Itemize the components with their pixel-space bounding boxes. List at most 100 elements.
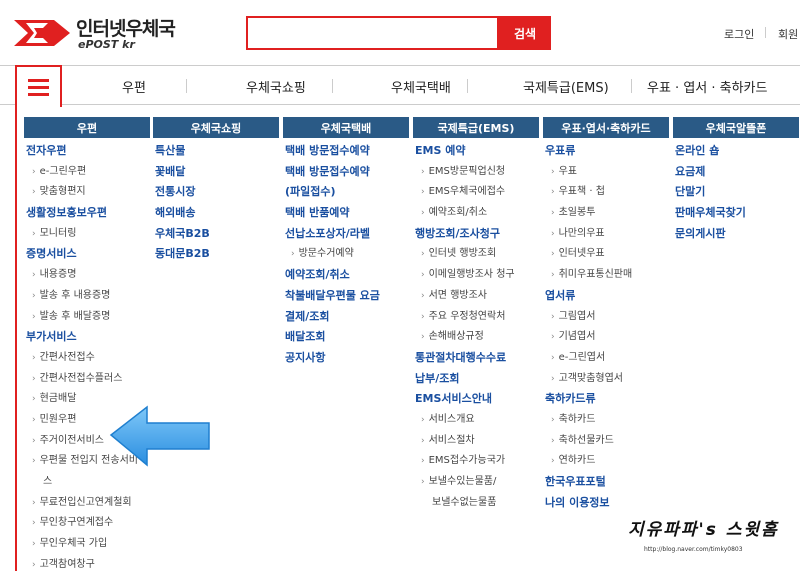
menu-sub-item[interactable]: › 기념엽서 xyxy=(543,327,669,348)
chevron-right-icon: › xyxy=(551,208,555,219)
menu-sub-item[interactable]: › 주요 우정청연락처 xyxy=(413,307,539,328)
menu-sub-item[interactable]: › 고객맞춤형엽서 xyxy=(543,369,669,390)
menu-category-item[interactable]: 해외배송 xyxy=(153,203,279,224)
menu-category-item[interactable]: EMS서비스안내 xyxy=(413,389,539,410)
menu-sub-item-label: 맞춤형편지 xyxy=(39,186,86,198)
menu-sub-item[interactable]: › EMS접수가능국가 xyxy=(413,451,539,472)
menu-category-item[interactable]: 동대문B2B xyxy=(153,244,279,265)
nav-item-shopping[interactable]: 우체국쇼핑 xyxy=(246,77,306,96)
menu-category-item[interactable]: 우표류 xyxy=(543,141,669,162)
menu-category-item[interactable]: 판매우체국찾기 xyxy=(673,203,799,224)
menu-sub-item-continuation[interactable]: 보낼수없는물품 xyxy=(413,493,539,514)
menu-sub-item-label: 주거이전서비스 xyxy=(39,434,105,446)
nav-item-ems[interactable]: 국제특급(EMS) xyxy=(523,77,609,96)
menu-category-item[interactable]: (파일접수) xyxy=(283,182,409,203)
menu-sub-item[interactable]: › 내용증명 xyxy=(24,265,150,286)
menu-category-item[interactable]: 결제/조회 xyxy=(283,307,409,328)
menu-category-item[interactable]: 엽서류 xyxy=(543,286,669,307)
menu-sub-item[interactable]: › 인터넷우표 xyxy=(543,244,669,265)
menu-sub-item[interactable]: › 고객참여창구 xyxy=(24,555,150,571)
menu-category-item[interactable]: 배달조회 xyxy=(283,327,409,348)
menu-category-item[interactable]: 특산물 xyxy=(153,141,279,162)
menu-sub-item[interactable]: › 무인우체국 가입 xyxy=(24,534,150,555)
search-input[interactable] xyxy=(246,16,499,50)
nav-item-post[interactable]: 우편 xyxy=(122,77,146,96)
menu-sub-item[interactable]: › 예약조회/취소 xyxy=(413,203,539,224)
menu-sub-item[interactable]: › 취미우표통신판매 xyxy=(543,265,669,286)
chevron-right-icon: › xyxy=(421,456,425,467)
menu-column-header[interactable]: 국제특급(EMS) xyxy=(413,117,539,138)
menu-category-item[interactable]: 부가서비스 xyxy=(24,327,150,348)
menu-category-item[interactable]: 축하카드류 xyxy=(543,389,669,410)
menu-sub-item[interactable]: › 서면 행방조사 xyxy=(413,286,539,307)
menu-category-item[interactable]: 납부/조회 xyxy=(413,369,539,390)
menu-sub-item-continuation[interactable]: 스 xyxy=(24,472,150,493)
menu-sub-item[interactable]: › 서비스절차 xyxy=(413,431,539,452)
epost-logo[interactable]: 인터넷우체국 ePOST kr xyxy=(14,14,189,54)
menu-sub-item[interactable]: › 축하카드 xyxy=(543,410,669,431)
chevron-right-icon: › xyxy=(421,332,425,343)
menu-sub-item-label: 고객참여창구 xyxy=(39,558,95,570)
menu-sub-item[interactable]: › 보낼수있는물품/ xyxy=(413,472,539,493)
search-button[interactable]: 검색 xyxy=(499,16,551,50)
menu-sub-item[interactable]: › 서비스개요 xyxy=(413,410,539,431)
menu-category-item[interactable]: 증명서비스 xyxy=(24,244,150,265)
menu-sub-item[interactable]: › e-그린우편 xyxy=(24,162,150,183)
menu-category-item[interactable]: 전통시장 xyxy=(153,182,279,203)
menu-category-item[interactable]: 문의게시판 xyxy=(673,224,799,245)
menu-category-item[interactable]: 요금제 xyxy=(673,162,799,183)
menu-category-item[interactable]: 예약조회/취소 xyxy=(283,265,409,286)
watermark-title: 지유파파's 스윗홈 xyxy=(628,520,779,540)
menu-sub-item[interactable]: › 손해배상규정 xyxy=(413,327,539,348)
menu-category-item[interactable]: 온라인 숍 xyxy=(673,141,799,162)
menu-category-item[interactable]: 통관절차대행수수료 xyxy=(413,348,539,369)
menu-sub-item[interactable]: › 그림엽서 xyxy=(543,307,669,328)
menu-category-item[interactable]: 택배 반품예약 xyxy=(283,203,409,224)
menu-sub-item[interactable]: › EMS방문픽업신청 xyxy=(413,162,539,183)
menu-sub-item[interactable]: › 초일봉투 xyxy=(543,203,669,224)
menu-sub-item[interactable]: › 이메일행방조사 청구 xyxy=(413,265,539,286)
menu-column-header[interactable]: 우편 xyxy=(24,117,150,138)
menu-sub-item[interactable]: › 축하선물카드 xyxy=(543,431,669,452)
nav-item-parcel[interactable]: 우체국택배 xyxy=(391,77,451,96)
menu-category-item[interactable]: 생활정보홍보우편 xyxy=(24,203,150,224)
menu-sub-item[interactable]: › 무인창구연계접수 xyxy=(24,513,150,534)
nav-item-stamps[interactable]: 우표 · 엽서 · 축하카드 xyxy=(647,77,767,96)
menu-sub-item[interactable]: › 모니터링 xyxy=(24,224,150,245)
menu-column-header[interactable]: 우체국택배 xyxy=(283,117,409,138)
menu-sub-item[interactable]: › 우표 xyxy=(543,162,669,183)
menu-column-header[interactable]: 우체국알뜰폰 xyxy=(673,117,799,138)
menu-sub-item[interactable]: › 간편사전접수플러스 xyxy=(24,369,150,390)
menu-sub-item[interactable]: › 발송 후 내용증명 xyxy=(24,286,150,307)
menu-category-item[interactable]: 전자우편 xyxy=(24,141,150,162)
menu-category-item[interactable]: 한국우표포털 xyxy=(543,472,669,493)
menu-sub-item[interactable]: › e-그린엽서 xyxy=(543,348,669,369)
menu-column-header[interactable]: 우표·엽서·축하카드 xyxy=(543,117,669,138)
menu-sub-item[interactable]: › 나만의우표 xyxy=(543,224,669,245)
menu-category-item[interactable]: 꽃배달 xyxy=(153,162,279,183)
menu-sub-item-label: 주요 우정청연락처 xyxy=(428,310,506,322)
menu-category-item[interactable]: EMS 예약 xyxy=(413,141,539,162)
menu-sub-item[interactable]: › 연하카드 xyxy=(543,451,669,472)
menu-category-item[interactable]: 우체국B2B xyxy=(153,224,279,245)
menu-sub-item[interactable]: › 간편사전접수 xyxy=(24,348,150,369)
menu-sub-item[interactable]: › 무료전입신고연계철회 xyxy=(24,493,150,514)
menu-category-item[interactable]: 나의 이용정보 xyxy=(543,493,669,514)
menu-sub-item[interactable]: › 방문수거예약 xyxy=(283,244,409,265)
menu-category-item[interactable]: 선납소포상자/라벨 xyxy=(283,224,409,245)
member-link[interactable]: 회원 xyxy=(778,26,798,42)
menu-sub-item[interactable]: › 맞춤형편지 xyxy=(24,182,150,203)
menu-category-item[interactable]: 행방조회/조사청구 xyxy=(413,224,539,245)
menu-category-item[interactable]: 단말기 xyxy=(673,182,799,203)
menu-category-item[interactable]: 공지사항 xyxy=(283,348,409,369)
menu-sub-item[interactable]: › 우표책 · 첩 xyxy=(543,182,669,203)
hamburger-menu-button[interactable] xyxy=(15,65,62,107)
menu-category-item[interactable]: 택배 방문접수예약 xyxy=(283,162,409,183)
menu-category-item[interactable]: 착불배달우편물 요금 xyxy=(283,286,409,307)
login-link[interactable]: 로그인 xyxy=(724,26,754,42)
menu-category-item[interactable]: 택배 방문접수예약 xyxy=(283,141,409,162)
menu-column-header[interactable]: 우체국쇼핑 xyxy=(153,117,279,138)
menu-sub-item[interactable]: › 인터넷 행방조회 xyxy=(413,244,539,265)
menu-sub-item[interactable]: › EMS우체국에접수 xyxy=(413,182,539,203)
menu-sub-item[interactable]: › 발송 후 배달증명 xyxy=(24,307,150,328)
